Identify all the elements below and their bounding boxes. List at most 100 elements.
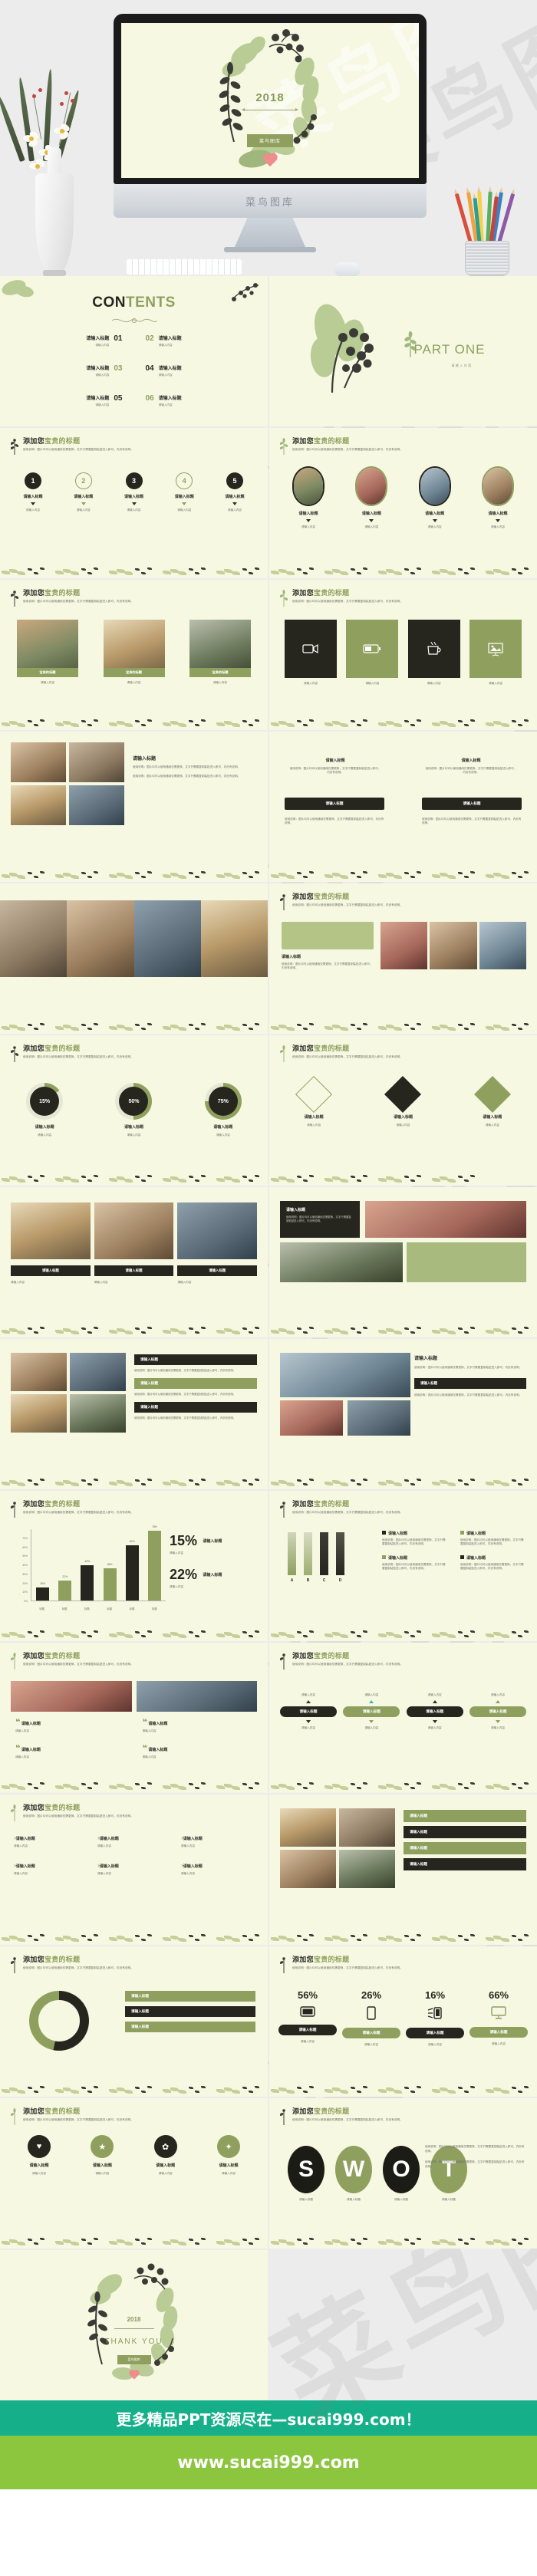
thumbnail[interactable]	[11, 1353, 67, 1391]
list-item[interactable]: 66% 请输入标题 请输入内容	[469, 1989, 528, 2047]
pill-label[interactable]: 请输入标题	[469, 1706, 526, 1717]
slide-circle-icons[interactable]: 添加您宝贵的标题 使用说明：图片均可以使用通用仅需更换，文字只需要复制粘贴进入即…	[0, 2098, 268, 2249]
list-item[interactable]: 16% 请输入标题 请输入内容	[406, 1989, 464, 2047]
footer-banner-primary[interactable]: 更多精品PPT资源尽在—sucai999.com！	[0, 2400, 537, 2436]
slide-bar-chart[interactable]: 添加您宝贵的标题 使用说明：图片均可以使用通用仅需更换，文字只需要复制粘贴进入即…	[0, 1491, 268, 1641]
slide-numbered-steps[interactable]: 添加您宝贵的标题 使用说明：图片均可以使用通用仅需更换，文字只需要复制粘贴进入即…	[0, 428, 268, 578]
swot-letter-o[interactable]: O	[383, 2146, 420, 2193]
swot-letter-w[interactable]: W	[335, 2146, 372, 2193]
list-item[interactable]: 请输入标题	[125, 1991, 255, 2002]
pill-label[interactable]: 请输入标题	[406, 2028, 464, 2038]
list-item[interactable]: 02 请输入标题 请输入内容	[146, 334, 233, 347]
list-item[interactable]: ❝ 请输入标题 请输入内容	[143, 1719, 253, 1733]
thumbnail[interactable]	[280, 1808, 336, 1847]
slide-part-one[interactable]: PART ONE 请输入内容	[269, 276, 537, 426]
thumbnail[interactable]	[280, 1850, 336, 1888]
cover-button[interactable]: 菜鸟图库	[246, 134, 294, 148]
slide-donut-charts[interactable]: 添加您宝贵的标题 使用说明：图片均可以使用通用仅需更换，文字只需要复制粘贴进入即…	[0, 1035, 268, 1186]
slide-pill-timeline[interactable]: 添加您宝贵的标题 使用说明：图片均可以使用通用仅需更换，文字只需要复制粘贴进入即…	[269, 1643, 537, 1793]
thumbnail[interactable]	[70, 1353, 126, 1391]
thumbnail[interactable]	[280, 1242, 403, 1282]
thumbnail[interactable]	[177, 1202, 258, 1259]
list-item[interactable]: ❝ 请输入标题 请输入内容	[143, 1745, 253, 1759]
slide-photos-green-list[interactable]: 请输入标题 使用说明：图片均可以使用通用仅需更换，文字只需要复制粘贴进入即可，内…	[0, 1339, 268, 1489]
bar-dark-left[interactable]: 请输入标题	[285, 798, 384, 810]
list-item[interactable]: 05 请输入标题 请输入内容	[35, 394, 122, 407]
list-item[interactable]: 请输入标题	[404, 1858, 526, 1870]
slide-abcd-columns[interactable]: 添加您宝贵的标题 使用说明：图片均可以使用通用仅需更换，文字只需要复制粘贴进入即…	[269, 1491, 537, 1641]
list-item[interactable]: 04 请输入标题 请输入内容	[146, 364, 233, 377]
slide-dark-box-photos[interactable]: 请输入标题 使用说明：图片均可以使用通用仅需更换，文字只需要复制粘贴进入即可，内…	[269, 1187, 537, 1337]
thumbnail[interactable]	[70, 1394, 126, 1433]
list-item[interactable]: 50% 请输入标题 请输入内容	[99, 1083, 168, 1137]
list-item[interactable]: ›› 请输入标题 请输入内容	[97, 1862, 170, 1876]
caption-bar[interactable]: 请输入标题	[177, 1265, 258, 1276]
slide-green-block-photos[interactable]: 添加您宝贵的标题 使用说明：图片均可以使用通用仅需更换，文字只需要复制粘贴进入即…	[269, 883, 537, 1034]
list-item[interactable]: 56% 请输入标题 请输入内容	[278, 1989, 337, 2047]
list-item[interactable]: 请输入内容 请输入标题 请输入内容	[469, 1693, 526, 1730]
slide-diamond-shapes[interactable]: 添加您宝贵的标题 使用说明：图片均可以使用通用仅需更换，文字只需要复制粘贴进入即…	[269, 1035, 537, 1186]
thumbnail[interactable]	[11, 1202, 91, 1259]
banner-block-right[interactable]: 请输入标题 使用说明：图片均可以使用通用仅需更换，文字只需要复制粘贴进入即可，内…	[425, 758, 517, 775]
list-item[interactable]: ✦ 请输入标题 请输入内容	[200, 2135, 257, 2176]
slide-photo-collage[interactable]: 请输入标题 使用说明：图片均可以使用通用仅需更换，文字只需要复制粘贴进入即可，内…	[0, 732, 268, 882]
cta-bar[interactable]: 请输入标题	[414, 1377, 526, 1389]
slide-photo-tiles-captions[interactable]: 请输入标题 请输入标题 请输入标题 请输入内容 请输入内容 请输入内容	[0, 1187, 268, 1337]
pill-label[interactable]: 请输入标题	[343, 1706, 400, 1717]
pill-label[interactable]: 请输入标题	[342, 2028, 400, 2038]
slide-image-cards[interactable]: 添加您宝贵的标题 使用说明：图片均可以使用通用仅需更换，文字只需要复制粘贴进入即…	[0, 580, 268, 730]
thumbnail[interactable]	[339, 1850, 395, 1888]
slide-device-stats[interactable]: 添加您宝贵的标题 使用说明：图片均可以使用通用仅需更换，文字只需要复制粘贴进入即…	[269, 1946, 537, 2097]
list-item[interactable]: ❝ 请输入标题 请输入内容	[15, 1745, 126, 1759]
slide-contents[interactable]: CONTENTS 01 请输入标题 请输入内容 02 请输入标题 请输入内容 0…	[0, 276, 268, 426]
thumbnail[interactable]	[381, 922, 428, 969]
list-item[interactable]: 宝贵的标题 请输入内容	[103, 620, 165, 685]
slide-photos-green-cards[interactable]: 请输入标题 请输入标题 请输入标题 请输入标题	[269, 1795, 537, 1945]
thumbnail[interactable]	[479, 922, 526, 969]
list-item[interactable]: 请输入标题 请输入内容	[476, 466, 520, 529]
list-item[interactable]: 26% 请输入标题 请输入内容	[342, 1989, 400, 2047]
list-item[interactable]: ❝ 请输入标题 请输入内容	[15, 1719, 126, 1733]
thumbnail[interactable]	[136, 1681, 257, 1712]
list-item[interactable]: ♥ 请输入标题 请输入内容	[11, 2135, 68, 2176]
list-item[interactable]: 06 请输入标题 请输入内容	[146, 394, 233, 407]
thumbnail[interactable]	[280, 1400, 343, 1436]
list-item[interactable]: 宝贵的标题 请输入内容	[17, 620, 78, 685]
list-item[interactable]: 4 请输入标题 请输入内容	[165, 472, 203, 512]
slide-two-banners[interactable]: 请输入标题 使用说明：图片均可以使用通用仅需更换，文字只需要复制粘贴进入即可，内…	[269, 732, 537, 882]
list-item[interactable]: 请输入标题 请输入内容	[286, 466, 331, 529]
list-item[interactable]: 请输入标题	[125, 2022, 255, 2032]
list-item[interactable]: 01 请输入标题 请输入内容	[35, 334, 122, 347]
list-item[interactable]: 请输入内容 请输入标题 请输入内容	[406, 1693, 463, 1730]
list-item[interactable]: 请输入标题	[134, 1354, 257, 1365]
pill-label[interactable]: 请输入标题	[280, 1706, 337, 1717]
thumbnail[interactable]	[11, 742, 66, 782]
list-item[interactable]: 请输入内容	[469, 620, 522, 686]
list-item[interactable]: ★ 请输入标题 请输入内容	[74, 2135, 130, 2176]
list-item[interactable]: 请输入标题	[404, 1826, 526, 1838]
list-item[interactable]: 2 请输入标题 请输入内容	[64, 472, 103, 512]
list-item[interactable]: 请输入内容	[407, 620, 460, 686]
pill-label[interactable]: 请输入标题	[278, 2025, 337, 2035]
slide-icon-tiles[interactable]: 添加您宝贵的标题 使用说明：图片均可以使用通用仅需更换，文字只需要复制粘贴进入即…	[269, 580, 537, 730]
list-item[interactable]: 5 请输入标题 请输入内容	[216, 472, 254, 512]
thumbnail[interactable]	[0, 900, 68, 977]
list-item[interactable]: 75% 请输入标题 请输入内容	[189, 1083, 258, 1137]
list-item[interactable]: ›› 请输入标题 请输入内容	[97, 1834, 170, 1848]
slide-team-avatars[interactable]: 添加您宝贵的标题 使用说明：图片均可以使用通用仅需更换，文字只需要复制粘贴进入即…	[269, 428, 537, 578]
list-item[interactable]: 3 请输入标题 请输入内容	[115, 472, 153, 512]
list-item[interactable]: 请输入标题 请输入内容	[413, 466, 457, 529]
list-item[interactable]: ✿ 请输入标题 请输入内容	[137, 2135, 194, 2176]
list-item[interactable]: 宝贵的标题 请输入内容	[189, 620, 251, 685]
pill-label[interactable]: 请输入标题	[406, 1706, 463, 1717]
caption-bar[interactable]: 请输入标题	[11, 1265, 91, 1276]
list-item[interactable]: 请输入标题	[134, 1402, 257, 1413]
thumbnail[interactable]	[430, 922, 477, 969]
thumbnail[interactable]	[94, 1202, 174, 1259]
banner-block-left[interactable]: 请输入标题 使用说明：图片均可以使用通用仅需更换，文字只需要复制粘贴进入即可，内…	[289, 758, 381, 775]
footer-banner-url[interactable]: www.sucai999.com	[0, 2436, 537, 2489]
list-item[interactable]: 请输入标题 请输入内容	[349, 466, 394, 529]
thumbnail[interactable]	[339, 1808, 395, 1847]
swot-letter-s[interactable]: S	[288, 2146, 325, 2193]
thumbnail[interactable]	[11, 1394, 67, 1433]
